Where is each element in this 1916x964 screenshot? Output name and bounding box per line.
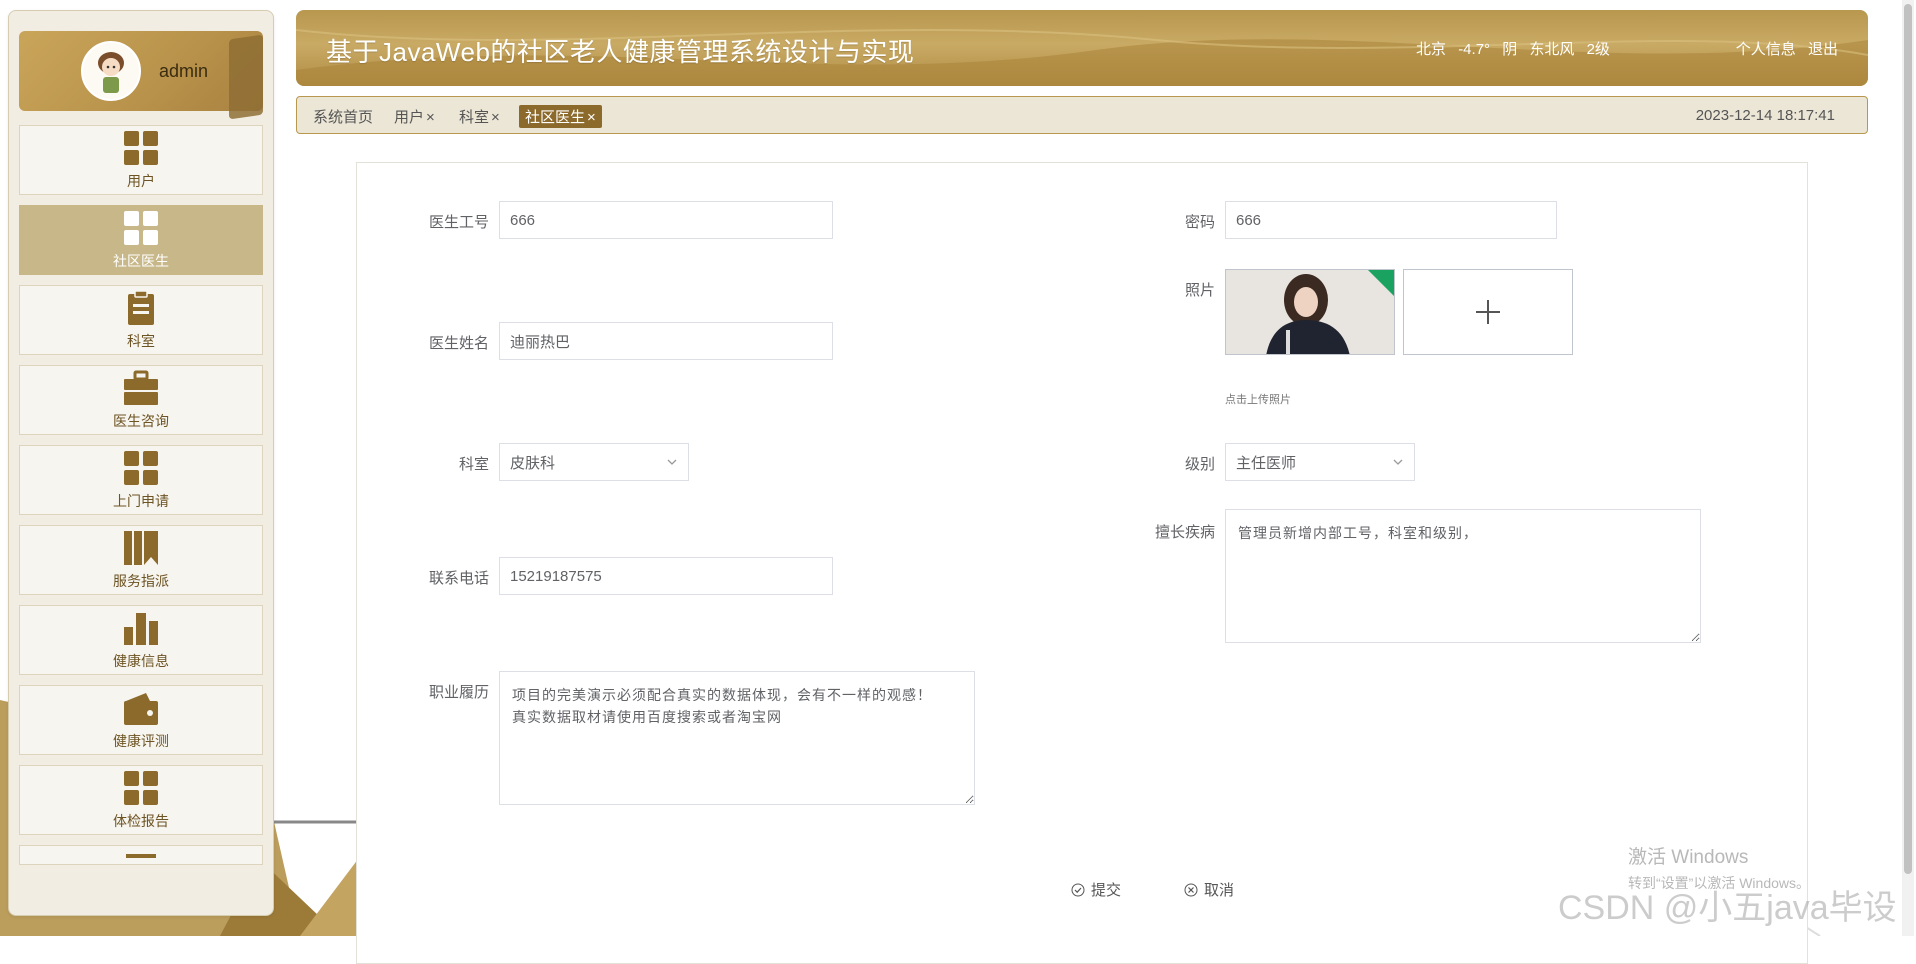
user-links: 个人信息 退出 bbox=[1728, 38, 1838, 59]
sidebar-item-label: 服务指派 bbox=[113, 573, 169, 589]
bar-chart-icon bbox=[124, 613, 158, 645]
grid-icon bbox=[124, 211, 158, 245]
briefcase-icon bbox=[124, 370, 158, 405]
doctor-form: 医生工号 密码 照片 点击上传照片 医生姓名 科室 皮肤科 级别 主任医师 擅长… bbox=[356, 162, 1808, 964]
tab-users[interactable]: 用户 × bbox=[394, 106, 435, 127]
close-icon[interactable]: × bbox=[587, 109, 596, 126]
list-icon bbox=[126, 854, 156, 858]
sidebar-item-health-info[interactable]: 健康信息 bbox=[19, 605, 263, 675]
tab-label: 用户 bbox=[394, 109, 425, 126]
profile-link[interactable]: 个人信息 bbox=[1736, 41, 1796, 58]
level-select[interactable]: 主任医师 bbox=[1225, 443, 1415, 481]
books-icon bbox=[124, 531, 158, 565]
specialty-label: 擅长疾病 bbox=[1154, 524, 1215, 541]
doctor-name-label: 医生姓名 bbox=[428, 335, 489, 352]
tab-label: 社区医生 bbox=[525, 109, 586, 126]
sidebar-item-label: 体检报告 bbox=[113, 813, 169, 829]
chevron-down-icon bbox=[667, 459, 677, 465]
weather-condition: 阴 bbox=[1502, 41, 1518, 58]
close-icon[interactable]: × bbox=[491, 109, 500, 126]
tab-department[interactable]: 科室 × bbox=[459, 106, 500, 127]
grid-icon bbox=[124, 131, 158, 165]
sidebar-item-home-visit[interactable]: 上门申请 bbox=[19, 445, 263, 515]
department-select[interactable]: 皮肤科 bbox=[499, 443, 689, 481]
sidebar-item-label: 医生咨询 bbox=[113, 413, 169, 429]
sidebar-item-health-assessment[interactable]: 健康评测 bbox=[19, 685, 263, 755]
password-label: 密码 bbox=[1184, 214, 1215, 231]
avatar[interactable] bbox=[81, 41, 141, 101]
tab-bar: 系统首页 用户 × 科室 × 社区医生 × 2023-12-14 18:17:41 bbox=[296, 96, 1868, 134]
watermark-line1: 激活 Windows bbox=[1628, 847, 1749, 868]
sidebar-item-users[interactable]: 用户 bbox=[19, 125, 263, 195]
page-scrollbar[interactable] bbox=[1902, 0, 1914, 936]
weather-wind: 东北风 bbox=[1529, 41, 1575, 58]
csdn-watermark: CSDN @小五java毕设 bbox=[1558, 889, 1897, 927]
username: admin bbox=[159, 60, 209, 81]
sidebar-item-label: 社区医生 bbox=[113, 253, 169, 269]
grid-icon bbox=[124, 451, 158, 485]
cancel-button[interactable]: 取消 bbox=[1184, 879, 1234, 900]
photo-thumbnail[interactable] bbox=[1225, 269, 1395, 355]
submit-label: 提交 bbox=[1091, 882, 1122, 899]
password-input[interactable] bbox=[1225, 201, 1557, 239]
sidebar-item-more[interactable] bbox=[19, 845, 263, 865]
sidebar-item-doctor-consult[interactable]: 医生咨询 bbox=[19, 365, 263, 435]
sidebar-item-label: 健康评测 bbox=[113, 733, 169, 749]
logout-link[interactable]: 退出 bbox=[1808, 41, 1838, 58]
doctor-id-input[interactable] bbox=[499, 201, 833, 239]
scrollbar-thumb[interactable] bbox=[1904, 4, 1912, 874]
sidebar-item-label: 上门申请 bbox=[113, 493, 169, 509]
check-circle-icon bbox=[1071, 883, 1085, 896]
sidebar-item-department[interactable]: 科室 bbox=[19, 285, 263, 355]
user-card-ribbon bbox=[229, 34, 263, 120]
submit-button[interactable]: 提交 bbox=[1071, 879, 1121, 900]
phone-input[interactable] bbox=[499, 557, 833, 595]
sidebar-item-label: 科室 bbox=[127, 333, 155, 349]
career-label: 职业履历 bbox=[428, 684, 489, 701]
page-title: 基于JavaWeb的社区老人健康管理系统设计与实现 bbox=[326, 37, 915, 67]
tab-home[interactable]: 系统首页 bbox=[313, 106, 373, 127]
sidebar-item-community-doctor[interactable]: 社区医生 bbox=[19, 205, 263, 275]
wallet-icon bbox=[124, 693, 158, 725]
cancel-label: 取消 bbox=[1204, 882, 1235, 899]
plus-icon bbox=[1476, 300, 1500, 324]
level-label: 级别 bbox=[1184, 456, 1215, 473]
level-value: 主任医师 bbox=[1236, 454, 1297, 472]
tab-label: 系统首页 bbox=[313, 109, 374, 126]
department-value: 皮肤科 bbox=[510, 454, 556, 472]
tab-community-doctor[interactable]: 社区医生 × bbox=[519, 105, 602, 128]
weather-info: 北京 -4.7° 阴 东北风 2级 bbox=[1416, 38, 1618, 59]
user-card: admin bbox=[19, 31, 263, 120]
tab-label: 科室 bbox=[459, 109, 490, 126]
sidebar: admin 用户 社区医生 科室 医生咨询 上门申请 服务指派 健康信息 健康评… bbox=[8, 10, 274, 916]
sidebar-item-service-assign[interactable]: 服务指派 bbox=[19, 525, 263, 595]
sidebar-item-checkup-report[interactable]: 体检报告 bbox=[19, 765, 263, 835]
grid-icon bbox=[124, 771, 158, 805]
upload-hint: 点击上传照片 bbox=[1225, 394, 1291, 406]
specialty-textarea[interactable]: 管理员新增内部工号，科室和级别， bbox=[1225, 509, 1701, 643]
clipboard-icon bbox=[128, 290, 154, 325]
career-textarea[interactable]: 项目的完美演示必须配合真实的数据体现，会有不一样的观感！ 真实数据取材请使用百度… bbox=[499, 671, 975, 805]
datetime: 2023-12-14 18:17:41 bbox=[1695, 107, 1835, 124]
upload-photo-button[interactable] bbox=[1403, 269, 1573, 355]
header: 基于JavaWeb的社区老人健康管理系统设计与实现 北京 -4.7° 阴 东北风… bbox=[296, 10, 1868, 86]
department-label: 科室 bbox=[458, 456, 489, 473]
weather-level: 2级 bbox=[1586, 41, 1610, 58]
doctor-id-label: 医生工号 bbox=[428, 214, 489, 231]
close-icon[interactable]: × bbox=[426, 109, 435, 126]
phone-label: 联系电话 bbox=[428, 570, 489, 587]
photo-label: 照片 bbox=[1184, 282, 1215, 299]
sidebar-item-label: 用户 bbox=[127, 173, 155, 189]
weather-city: 北京 bbox=[1416, 41, 1447, 58]
sidebar-menu: 用户 社区医生 科室 医生咨询 上门申请 服务指派 健康信息 健康评测 体检报告 bbox=[19, 125, 263, 865]
close-circle-icon bbox=[1184, 883, 1198, 896]
doctor-name-input[interactable] bbox=[499, 322, 833, 360]
chevron-down-icon bbox=[1393, 459, 1403, 465]
weather-temp: -4.7° bbox=[1458, 41, 1491, 58]
sidebar-item-label: 健康信息 bbox=[113, 653, 169, 669]
